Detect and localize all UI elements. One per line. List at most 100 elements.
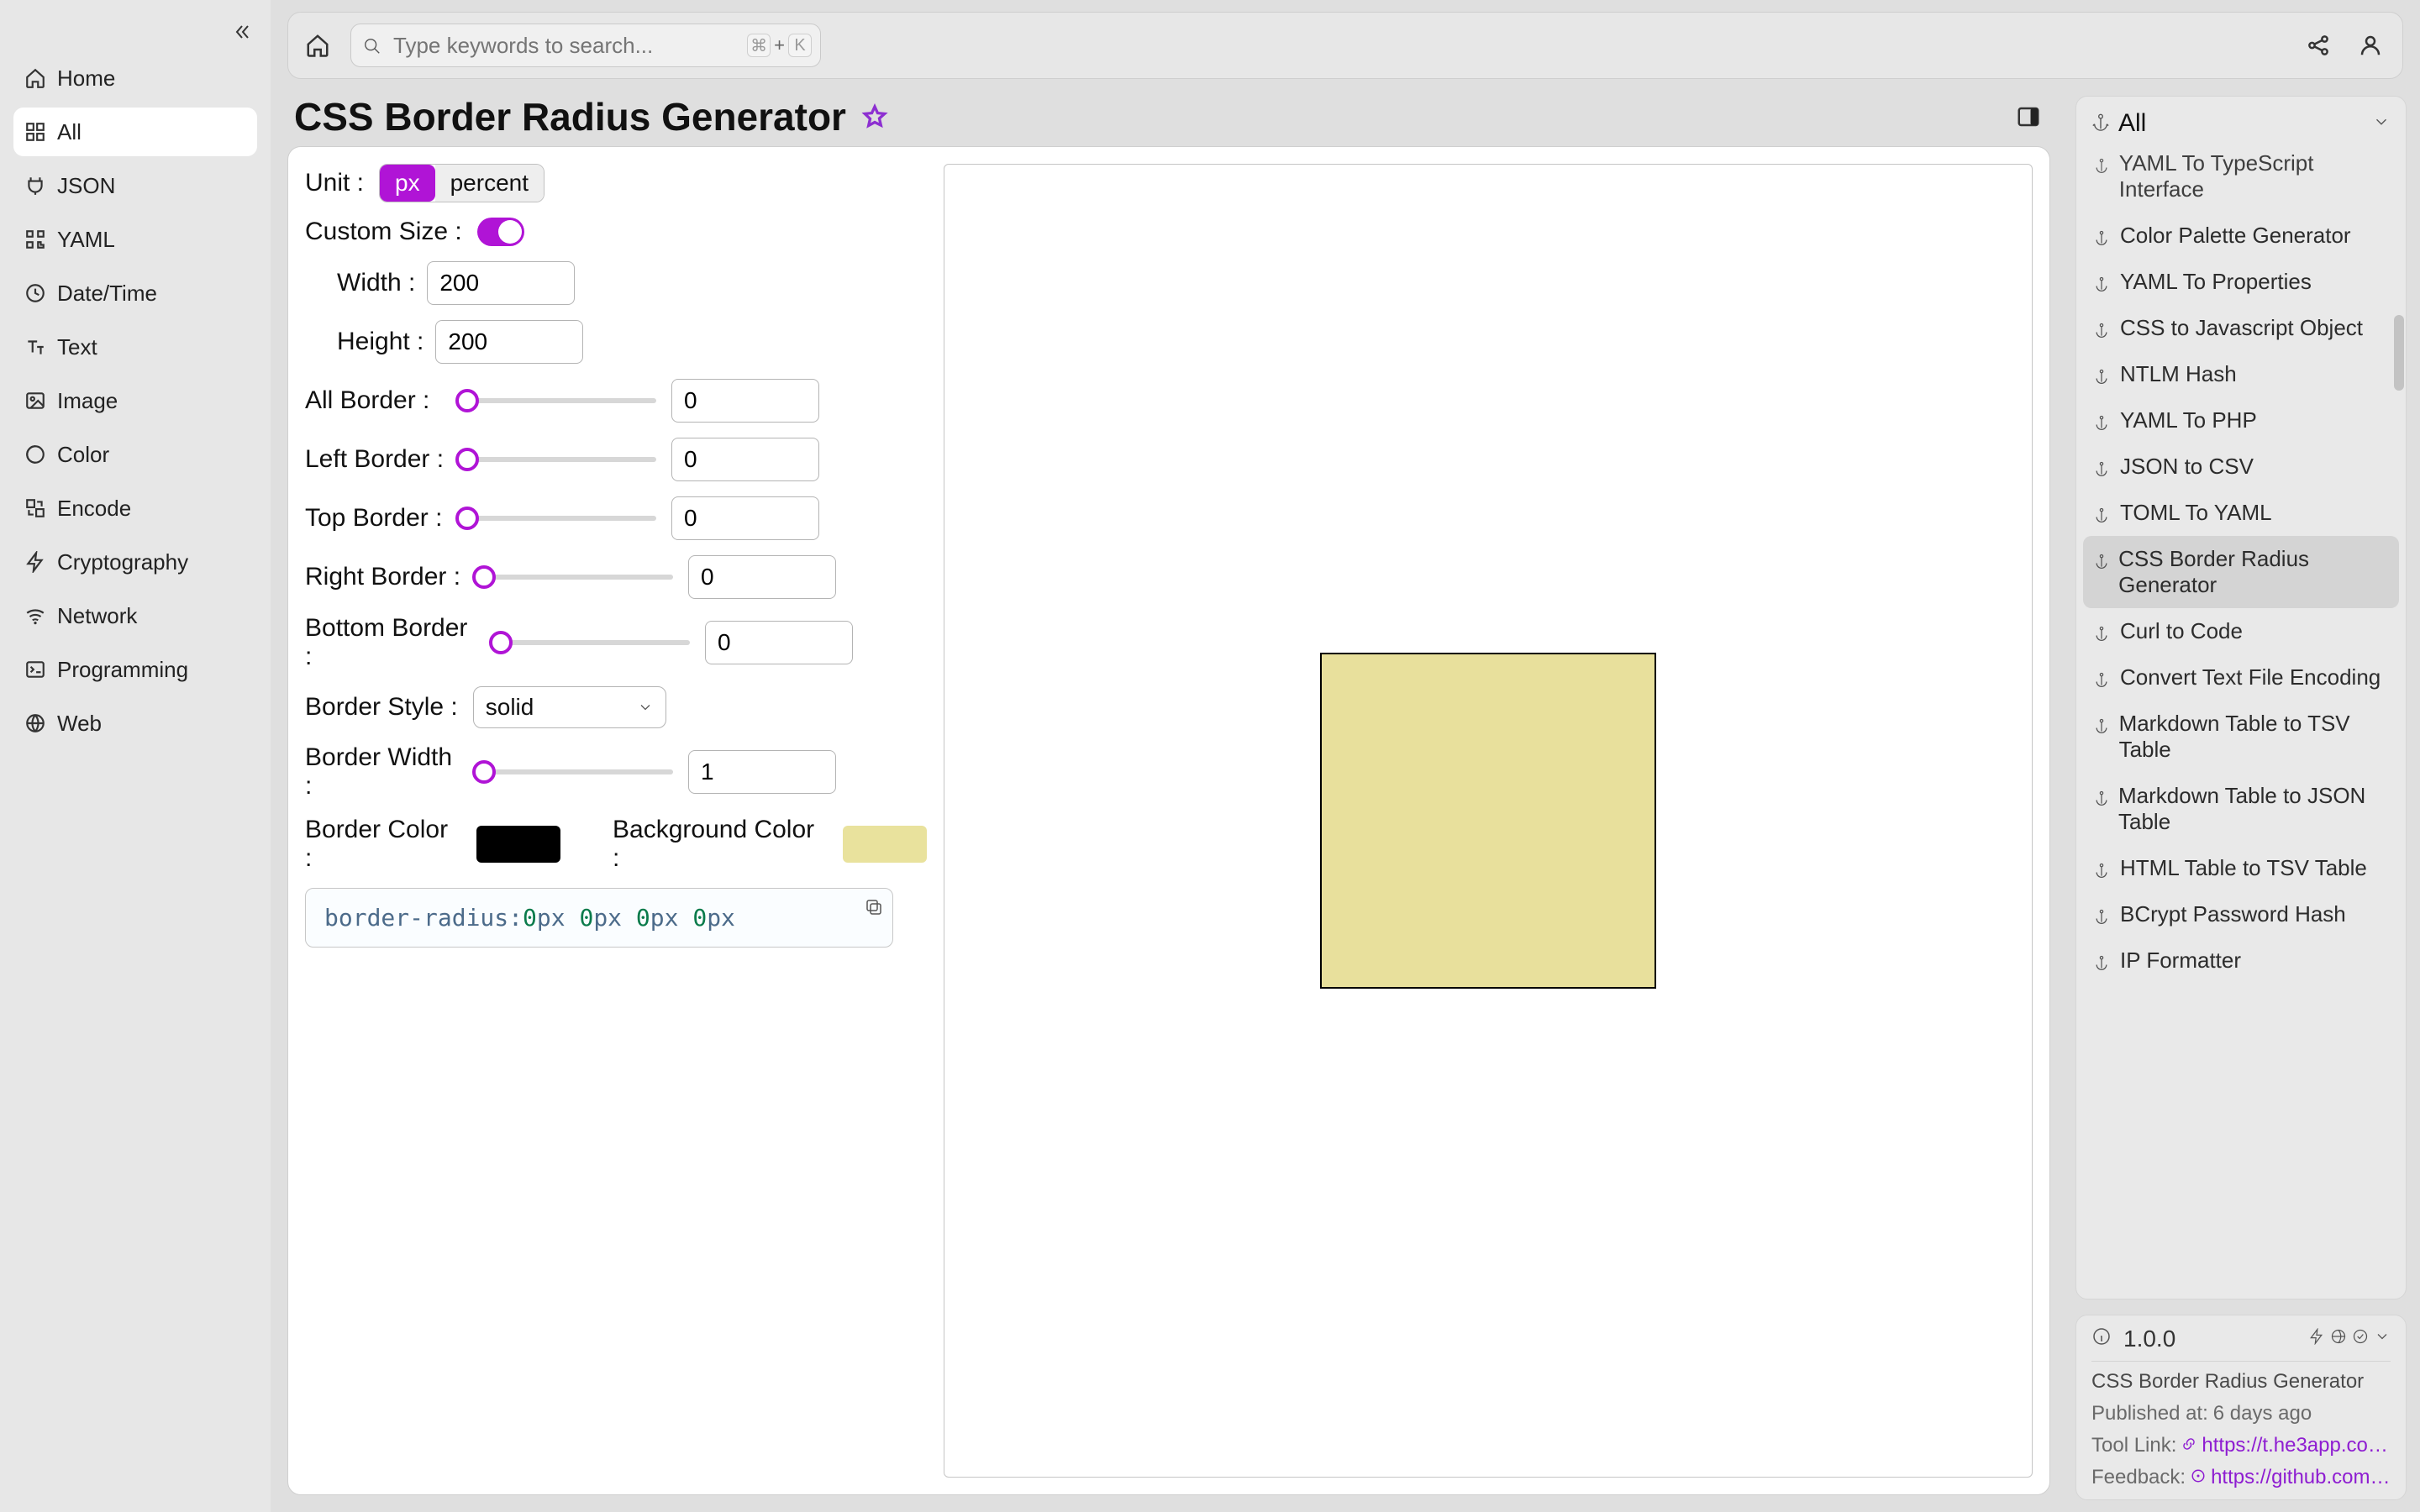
right-border-label: Right Border : <box>305 563 465 591</box>
tool-item-label: Color Palette Generator <box>2120 223 2351 249</box>
nav-home-icon[interactable] <box>303 31 332 60</box>
tool-item-label: CSS Border Radius Generator <box>2118 546 2389 598</box>
sidebar-item-yaml[interactable]: YAML <box>13 215 257 264</box>
sidebar-item-label: YAML <box>57 227 115 253</box>
right-border-slider[interactable] <box>480 567 673 587</box>
wifi-icon <box>24 604 47 627</box>
search-field[interactable]: ⌘ + K <box>350 24 821 67</box>
search-input[interactable] <box>392 32 747 60</box>
top-border-input[interactable] <box>671 496 819 540</box>
tool-item-ip-formatter[interactable]: IP Formatter <box>2083 937 2399 984</box>
copy-button[interactable] <box>864 895 884 923</box>
sidebar-item-label: Color <box>57 442 109 468</box>
top-border-slider[interactable] <box>463 508 656 528</box>
tool-item-html-tsv[interactable]: HTML Table to TSV Table <box>2083 845 2399 891</box>
custom-size-toggle[interactable] <box>477 218 524 246</box>
all-border-label: All Border : <box>305 386 448 415</box>
sidebar-item-encode[interactable]: Encode <box>13 484 257 533</box>
chevron-down-icon[interactable] <box>2372 111 2391 137</box>
tool-item-md-tsv[interactable]: Markdown Table to TSV Table <box>2083 701 2399 773</box>
code-v3u: px <box>650 904 679 932</box>
sidebar-item-label: Programming <box>57 657 188 683</box>
anchor-icon <box>2091 111 2110 137</box>
tool-item-label: BCrypt Password Hash <box>2120 901 2346 927</box>
background-color-label: Background Color : <box>613 816 828 873</box>
sidebar-item-cryptography[interactable]: Cryptography <box>13 538 257 586</box>
code-v2u: px <box>593 904 622 932</box>
background-color-swatch[interactable] <box>843 826 927 863</box>
tool-item-color-palette[interactable]: Color Palette Generator <box>2083 213 2399 259</box>
sidebar-item-programming[interactable]: Programming <box>13 645 257 694</box>
tool-item-yaml-php[interactable]: YAML To PHP <box>2083 397 2399 444</box>
border-width-label: Border Width : <box>305 743 465 801</box>
info-card: 1.0.0 CSS Border Radius Generator Publis… <box>2075 1315 2407 1500</box>
feedback-icon <box>2191 1466 2206 1489</box>
unit-percent-button[interactable]: percent <box>435 165 544 202</box>
tool-item-label: YAML To TypeScript Interface <box>2119 150 2389 202</box>
sidebar-item-label: Web <box>57 711 102 737</box>
code-v1n: 0 <box>523 904 537 932</box>
bottom-border-slider[interactable] <box>497 633 690 653</box>
scroll-thumb[interactable] <box>2394 315 2404 391</box>
search-icon <box>363 35 383 55</box>
sidebar-item-json[interactable]: JSON <box>13 161 257 210</box>
tool-item-ntlm[interactable]: NTLM Hash <box>2083 351 2399 397</box>
code-prop: border-radius: <box>324 904 523 932</box>
tool-item-toml-yaml[interactable]: TOML To YAML <box>2083 490 2399 536</box>
sidebar-item-datetime[interactable]: Date/Time <box>13 269 257 318</box>
border-color-label: Border Color : <box>305 816 461 873</box>
sidebar-item-home[interactable]: Home <box>13 54 257 102</box>
sidebar-item-color[interactable]: Color <box>13 430 257 479</box>
right-border-input[interactable] <box>688 555 836 599</box>
height-input[interactable] <box>435 320 583 364</box>
unit-segment[interactable]: px percent <box>379 164 544 202</box>
tool-item-yaml-props[interactable]: YAML To Properties <box>2083 259 2399 305</box>
tool-item-css-js[interactable]: CSS to Javascript Object <box>2083 305 2399 351</box>
published-label: Published at: <box>2091 1402 2208 1425</box>
sidebar-item-label: Image <box>57 388 118 414</box>
sidebar-item-web[interactable]: Web <box>13 699 257 748</box>
collapse-sidebar-icon[interactable] <box>229 18 257 46</box>
all-border-slider[interactable] <box>463 391 656 411</box>
tool-item-md-json[interactable]: Markdown Table to JSON Table <box>2083 773 2399 845</box>
border-width-slider[interactable] <box>480 762 673 782</box>
feedback-label: Feedback: <box>2091 1466 2186 1489</box>
right-panel-title: All <box>2118 109 2146 138</box>
border-width-input[interactable] <box>688 750 836 794</box>
unit-px-button[interactable]: px <box>380 165 435 202</box>
version-text: 1.0.0 <box>2123 1326 2175 1352</box>
share-button[interactable] <box>2302 29 2335 62</box>
border-style-value: solid <box>486 694 534 721</box>
terminal-icon <box>24 658 47 681</box>
left-border-slider[interactable] <box>463 449 656 470</box>
chevron-down-icon[interactable] <box>2374 1327 2391 1351</box>
all-border-input[interactable] <box>671 379 819 423</box>
feedback-url[interactable]: https://github.com/… <box>2211 1466 2391 1489</box>
tool-item-bcrypt[interactable]: BCrypt Password Hash <box>2083 891 2399 937</box>
sidebar-item-label: Cryptography <box>57 549 188 575</box>
account-button[interactable] <box>2354 29 2387 62</box>
tool-item-yaml-ts[interactable]: YAML To TypeScript Interface <box>2083 150 2399 213</box>
bottom-border-input[interactable] <box>705 621 853 664</box>
favorite-button[interactable] <box>860 102 890 132</box>
width-input[interactable] <box>427 261 575 305</box>
custom-size-label: Custom Size : <box>305 218 462 246</box>
left-border-label: Left Border : <box>305 445 448 474</box>
tool-item-curl-code[interactable]: Curl to Code <box>2083 608 2399 654</box>
tool-item-label: HTML Table to TSV Table <box>2120 855 2367 881</box>
panel-toggle-button[interactable] <box>2013 102 2044 132</box>
tool-item-json-csv[interactable]: JSON to CSV <box>2083 444 2399 490</box>
tool-item-convert-encoding[interactable]: Convert Text File Encoding <box>2083 654 2399 701</box>
border-color-swatch[interactable] <box>476 826 560 863</box>
sidebar-item-all[interactable]: All <box>13 108 257 156</box>
sidebar-item-image[interactable]: Image <box>13 376 257 425</box>
sidebar-item-text[interactable]: Text <box>13 323 257 371</box>
sidebar-item-label: Network <box>57 603 137 629</box>
work-card: Unit : px percent Custom Size : <box>287 146 2050 1495</box>
code-v4u: px <box>707 904 735 932</box>
border-style-select[interactable]: solid <box>473 686 666 728</box>
tool-link-url[interactable]: https://t.he3app.co… <box>2202 1434 2387 1457</box>
left-border-input[interactable] <box>671 438 819 481</box>
sidebar-item-network[interactable]: Network <box>13 591 257 640</box>
tool-item-css-border-radius[interactable]: CSS Border Radius Generator <box>2083 536 2399 608</box>
